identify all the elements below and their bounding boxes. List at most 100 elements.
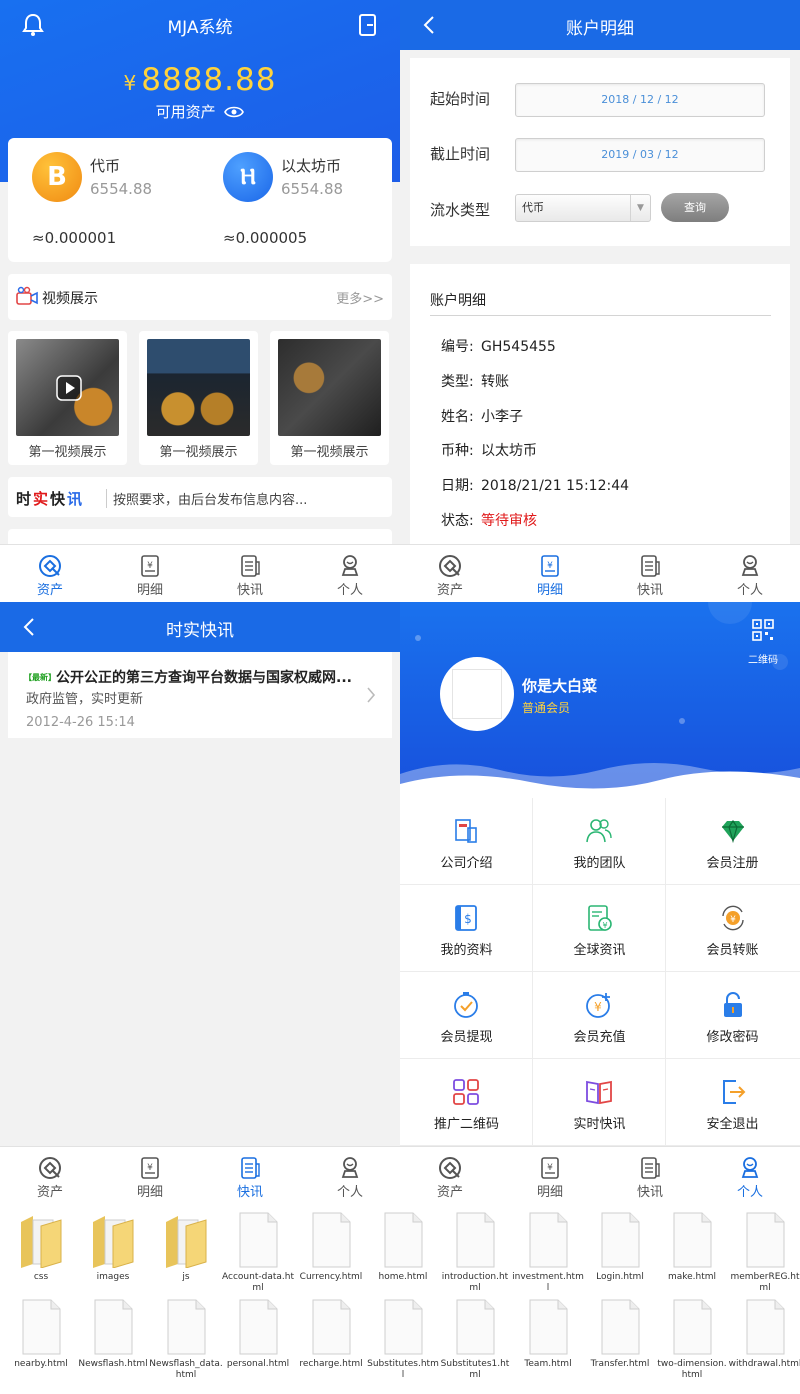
menu-member-transfer[interactable]: ¥ 会员转账 — [666, 885, 800, 972]
more-link[interactable]: 更多>> — [336, 288, 384, 307]
tab-news[interactable]: 快讯 — [200, 1147, 300, 1204]
file-name: recharge.html — [299, 1359, 363, 1369]
news-item[interactable]: 【最新】 公开公正的第三方查询平台数据与国家权威网... 政府监管，实时更新 2… — [8, 652, 392, 738]
menu-company-intro[interactable]: 公司介绍 — [400, 798, 533, 885]
play-icon[interactable] — [56, 375, 82, 401]
asset-icon — [439, 1157, 461, 1179]
svg-text:¥: ¥ — [594, 1000, 602, 1014]
menu-promo-qrcode[interactable]: 推广二维码 — [400, 1059, 533, 1146]
detail-value: 转账 — [481, 374, 509, 390]
tab-news[interactable]: 快讯 — [600, 545, 700, 602]
tab-personal[interactable]: 个人 — [700, 545, 800, 602]
detail-card: 账户明细 编号: GH545455 类型: 转账 姓名: 小李子 币种: 以太坊币 日期… — [410, 264, 790, 554]
tab-bar: 资产 ¥ 明细 快讯 个人 — [400, 544, 800, 602]
tab-assets[interactable]: 资产 — [0, 545, 100, 602]
qrcode-label[interactable]: 二维码 — [748, 651, 778, 666]
detail-value: 小李子 — [481, 409, 523, 425]
tab-personal[interactable]: 个人 — [300, 1147, 400, 1204]
menu-member-withdraw[interactable]: 会员提现 — [400, 972, 533, 1059]
detail-key: 状态: — [441, 513, 474, 529]
coin-bitcoin[interactable]: B 代币 6554.88 — [32, 152, 212, 212]
tab-assets[interactable]: 资产 — [400, 1147, 500, 1204]
available-assets-label: 可用资产 — [0, 101, 400, 122]
video-card[interactable]: 第一视频展示 — [8, 331, 127, 465]
tab-detail[interactable]: ¥ 明细 — [100, 1147, 200, 1204]
tab-detail[interactable]: ¥ 明细 — [500, 1147, 600, 1204]
menu-logout[interactable]: 安全退出 — [666, 1059, 800, 1146]
coin-ethereum[interactable]: Ⲏ 以太坊币 6554.88 — [223, 152, 400, 212]
video-thumbnail — [278, 339, 381, 436]
file-name: Currency.html — [299, 1272, 363, 1282]
start-time-label: 起始时间 — [430, 90, 491, 108]
menu-realtime-news[interactable]: 实时快讯 — [533, 1059, 666, 1146]
file-name: make.html — [667, 1272, 717, 1282]
file-name: Newsflash_data.html — [149, 1359, 223, 1380]
detail-row-name: 姓名: 小李子 — [441, 406, 523, 426]
end-time-input[interactable]: 2019 / 03 / 12 — [515, 138, 765, 172]
news-ticker[interactable]: 时实快讯 按照要求，由后台发布信息内容... — [8, 477, 392, 517]
menu-member-recharge[interactable]: ¥ 会员充值 — [533, 972, 666, 1059]
menu-label: 会员提现 — [440, 1030, 493, 1045]
video-card[interactable]: 第一视频展示 — [139, 331, 258, 465]
menu-global-news[interactable]: ¥ 全球资讯 — [533, 885, 666, 972]
tab-bar: 资产 ¥ 明细 快讯 个人 — [0, 1146, 400, 1204]
page-title: 账户明细 — [566, 19, 634, 39]
svg-text:¥: ¥ — [147, 1163, 153, 1173]
tab-assets[interactable]: 资产 — [400, 545, 500, 602]
book-icon — [586, 1080, 612, 1105]
tab-label: 个人 — [336, 1185, 363, 1200]
file-name: js — [182, 1272, 190, 1282]
news-icon — [641, 555, 660, 577]
menu-label: 实时快讯 — [573, 1117, 626, 1132]
exit-icon[interactable] — [358, 13, 378, 37]
news-icon — [241, 555, 260, 577]
tab-news[interactable]: 快讯 — [600, 1147, 700, 1204]
tab-detail[interactable]: ¥ 明细 — [100, 545, 200, 602]
avatar[interactable] — [440, 657, 514, 731]
folder-icon — [21, 1216, 62, 1268]
eye-icon[interactable] — [224, 105, 245, 119]
asset-icon — [39, 1157, 61, 1179]
document-icon — [529, 1299, 568, 1355]
menu-change-password[interactable]: 修改密码 — [666, 972, 800, 1059]
filter-form: 起始时间 2018 / 12 / 12 截止时间 2019 / 03 / 12 … — [410, 58, 790, 246]
tab-label: 快讯 — [636, 583, 663, 598]
tab-label: 快讯 — [636, 1185, 663, 1200]
video-card[interactable]: 第一视频展示 — [270, 331, 389, 465]
folder-icon — [93, 1216, 134, 1268]
asset-icon — [39, 555, 61, 577]
document-icon — [167, 1299, 206, 1355]
document-icon — [22, 1299, 61, 1355]
query-button[interactable]: 查询 — [661, 193, 729, 222]
document-icon — [312, 1299, 351, 1355]
document-icon — [384, 1212, 423, 1268]
person-icon — [741, 555, 759, 576]
tab-news[interactable]: 快讯 — [200, 545, 300, 602]
withdraw-icon — [454, 992, 478, 1018]
svg-text:$: $ — [464, 912, 472, 926]
assets-screen: MJA系统 ¥8888.88 可用资产 B 代币 6554.88 Ⲏ 以太坊币 … — [0, 0, 400, 602]
detail-icon: ¥ — [541, 555, 559, 577]
detail-key: 编号: — [441, 339, 474, 355]
coin-value: 6554.88 — [281, 180, 344, 198]
tab-assets[interactable]: 资产 — [0, 1147, 100, 1204]
tab-bar: 资产 ¥ 明细 快讯 个人 — [0, 544, 400, 602]
flow-type-select[interactable]: 代币 ▼ — [515, 194, 651, 222]
tab-label: 资产 — [36, 583, 63, 598]
tab-detail[interactable]: ¥ 明细 — [500, 545, 600, 602]
document-icon — [312, 1212, 351, 1268]
menu-member-register[interactable]: 会员注册 — [666, 798, 800, 885]
svg-text:¥: ¥ — [547, 561, 553, 571]
coin-card: B 代币 6554.88 Ⲏ 以太坊币 6554.88 ≈0.000001 ≈0… — [8, 138, 392, 262]
file-name: investment.html — [512, 1272, 584, 1293]
menu-my-profile[interactable]: $ 我的资料 — [400, 885, 533, 972]
tab-personal[interactable]: 个人 — [300, 545, 400, 602]
qrcode-icon — [453, 1079, 479, 1105]
tab-personal[interactable]: 个人 — [700, 1147, 800, 1204]
start-time-input[interactable]: 2018 / 12 / 12 — [515, 83, 765, 117]
news-logo-char: 时 — [16, 490, 34, 508]
team-icon — [586, 819, 612, 843]
news-logo: 时实快讯 — [16, 488, 84, 509]
menu-my-team[interactable]: 我的团队 — [533, 798, 666, 885]
qrcode-icon[interactable] — [752, 619, 774, 641]
